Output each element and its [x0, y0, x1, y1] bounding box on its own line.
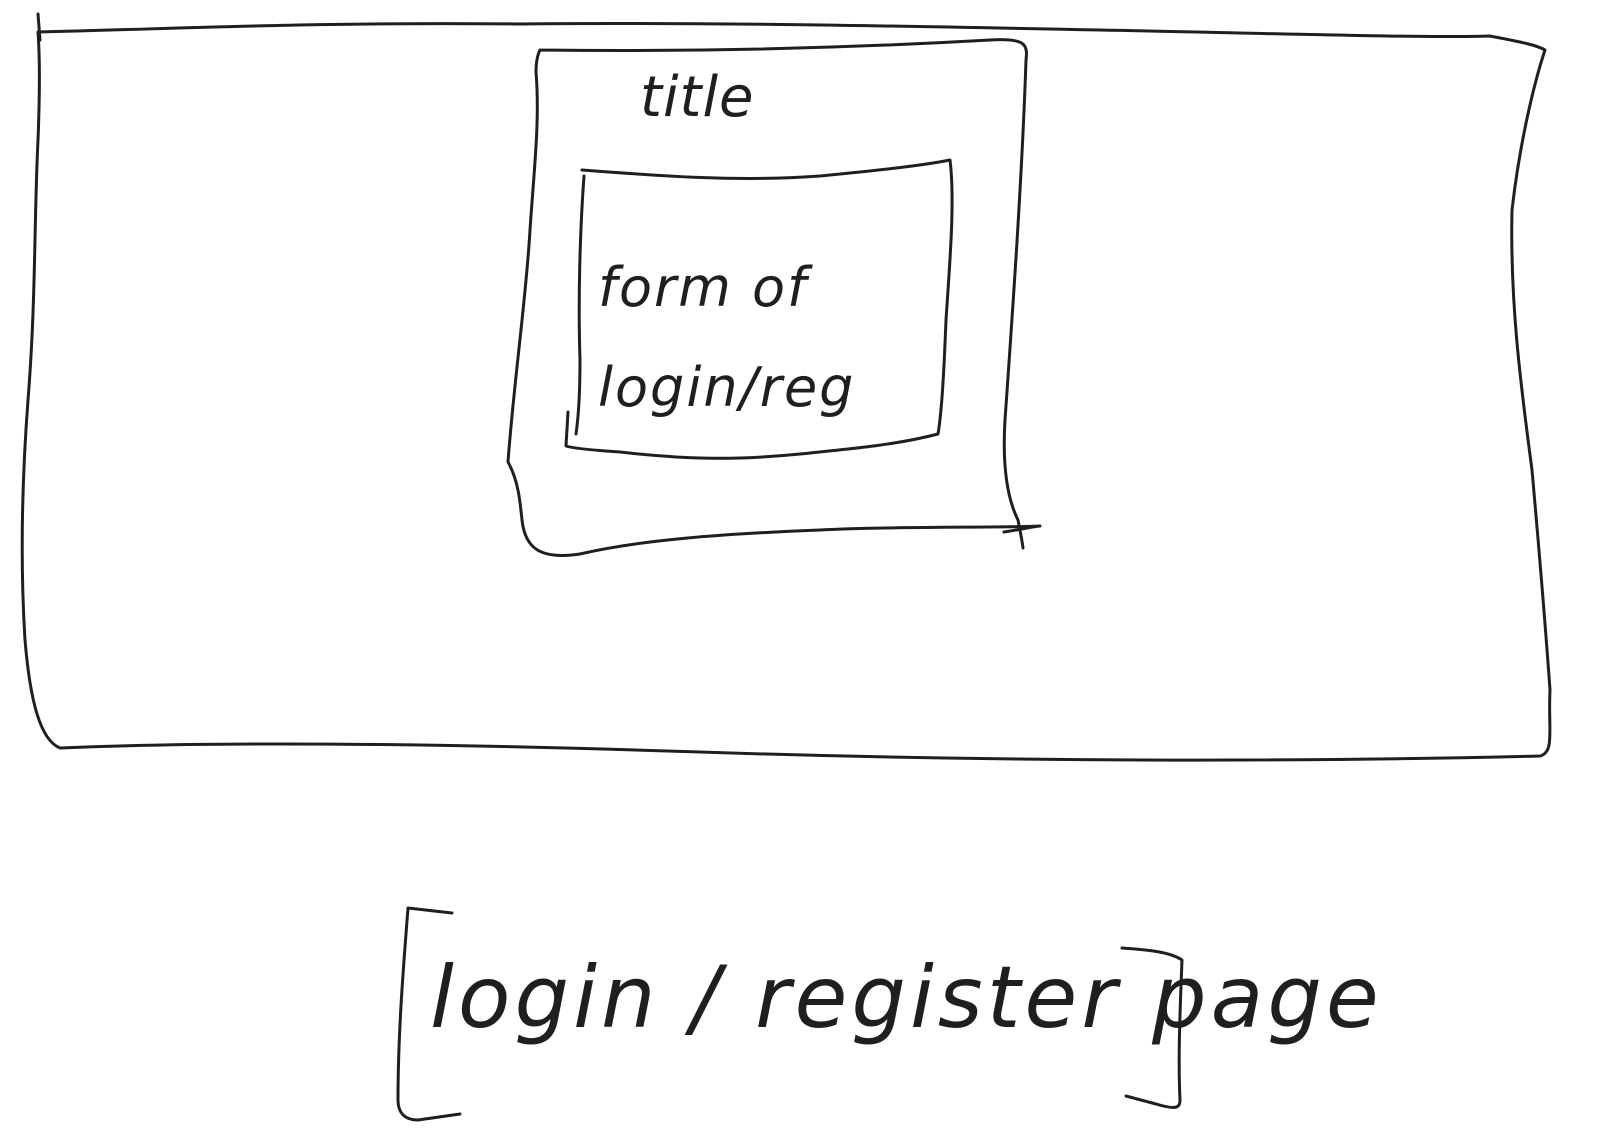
form-label: form of login/reg [598, 256, 856, 419]
page-caption: login / register page [430, 948, 1383, 1048]
title-label: title [640, 65, 755, 130]
